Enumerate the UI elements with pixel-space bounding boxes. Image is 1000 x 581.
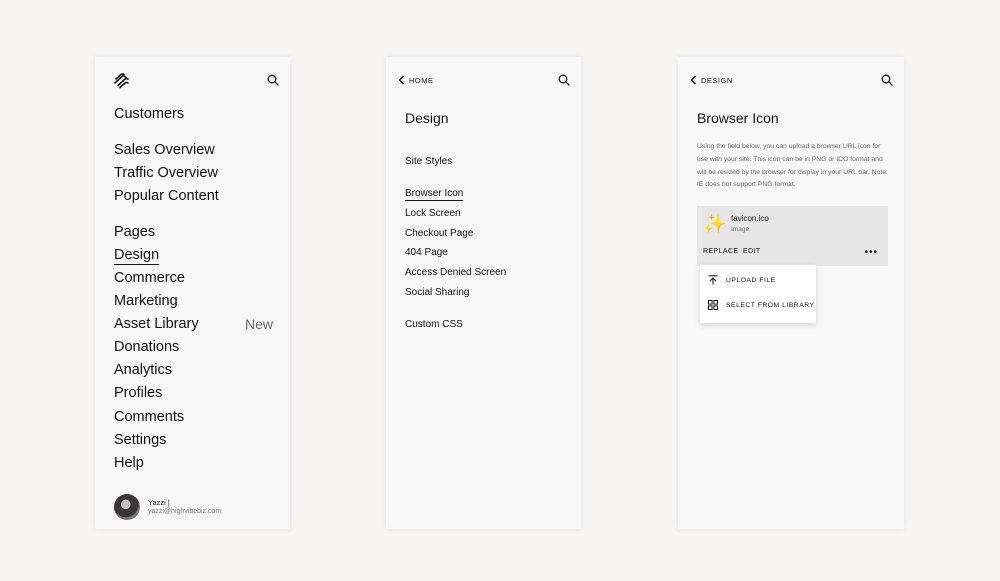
search-icon[interactable] xyxy=(267,74,279,86)
avatar[interactable] xyxy=(114,494,140,520)
select-from-library-label: SELECT FROM LIBRARY xyxy=(726,301,815,309)
grid-icon xyxy=(708,300,718,310)
search-icon[interactable] xyxy=(558,74,570,86)
replace-dropdown-menu: UPLOAD FILE SELECT FROM LIBRARY xyxy=(700,265,816,323)
back-label: DESIGN xyxy=(701,75,733,85)
nav-item-help[interactable]: Help xyxy=(114,454,144,472)
main-nav-panel: Customers Sales Overview Traffic Overvie… xyxy=(95,57,290,529)
design-item-access-denied-screen[interactable]: Access Denied Screen xyxy=(405,267,506,278)
nav-item-customers[interactable]: Customers xyxy=(114,105,184,123)
file-type: Image xyxy=(731,226,750,233)
back-home-button[interactable]: HOME xyxy=(398,75,434,85)
file-card: ✨ favicon.ico Image REPLACE EDIT ••• xyxy=(697,206,888,266)
nav-item-asset-library[interactable]: Asset Library xyxy=(114,315,199,333)
more-options-icon[interactable]: ••• xyxy=(864,247,878,258)
page-title: Browser Icon xyxy=(697,110,779,126)
design-item-lock-screen[interactable]: Lock Screen xyxy=(405,208,461,219)
new-badge: New xyxy=(244,316,273,332)
chevron-left-icon xyxy=(690,75,696,85)
nav-item-pages[interactable]: Pages xyxy=(114,223,155,241)
page-title: Design xyxy=(405,110,449,126)
description-text: Using the field below, you can upload a … xyxy=(697,143,888,189)
menu-item-upload-file[interactable]: UPLOAD FILE xyxy=(708,275,776,285)
user-name: Yazzi | xyxy=(148,498,170,507)
nav-item-design[interactable]: Design xyxy=(114,246,160,265)
design-item-browser-icon[interactable]: Browser Icon xyxy=(405,188,464,201)
sparkle-icon: ✨ xyxy=(703,214,727,235)
search-icon[interactable] xyxy=(881,74,893,86)
nav-item-analytics[interactable]: Analytics xyxy=(114,361,172,379)
back-design-button[interactable]: DESIGN xyxy=(690,75,733,85)
nav-item-comments[interactable]: Comments xyxy=(114,408,184,426)
nav-item-profiles[interactable]: Profiles xyxy=(114,384,162,402)
edit-button[interactable]: EDIT xyxy=(743,248,761,255)
design-item-custom-css[interactable]: Custom CSS xyxy=(405,319,463,330)
squarespace-logo-icon[interactable] xyxy=(113,73,131,89)
browser-icon-panel: DESIGN Browser Icon Using the field belo… xyxy=(678,57,904,529)
upload-icon xyxy=(708,275,718,285)
nav-item-commerce[interactable]: Commerce xyxy=(114,269,185,287)
file-name: favicon.ico xyxy=(731,214,769,223)
design-item-404-page[interactable]: 404 Page xyxy=(405,247,448,258)
back-label: HOME xyxy=(409,75,434,85)
nav-item-popular-content[interactable]: Popular Content xyxy=(114,187,219,205)
menu-item-select-from-library[interactable]: SELECT FROM LIBRARY xyxy=(708,300,815,310)
nav-item-traffic-overview[interactable]: Traffic Overview xyxy=(114,164,218,182)
user-email: yazzi@highvibebiz.com xyxy=(148,508,222,515)
nav-item-sales-overview[interactable]: Sales Overview xyxy=(114,141,215,159)
chevron-left-icon xyxy=(398,75,404,85)
design-panel: HOME Design Site Styles Browser Icon Loc… xyxy=(386,57,581,529)
design-item-site-styles[interactable]: Site Styles xyxy=(405,156,452,167)
design-item-social-sharing[interactable]: Social Sharing xyxy=(405,287,469,298)
upload-file-label: UPLOAD FILE xyxy=(726,276,776,284)
replace-button[interactable]: REPLACE xyxy=(703,248,738,255)
nav-item-donations[interactable]: Donations xyxy=(114,338,179,356)
nav-item-marketing[interactable]: Marketing xyxy=(114,292,178,310)
nav-item-settings[interactable]: Settings xyxy=(114,431,166,449)
design-item-checkout-page[interactable]: Checkout Page xyxy=(405,228,473,239)
